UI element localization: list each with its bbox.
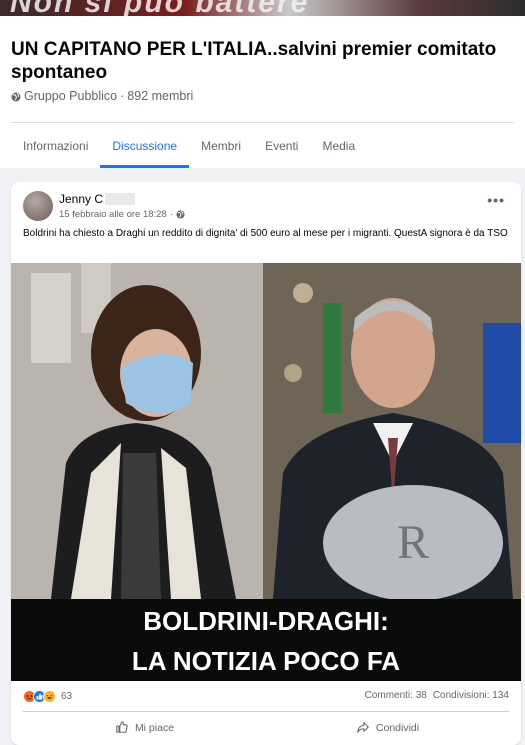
post-image[interactable]: R BOLDRINI-DRAGHI: LA NOTIZIA POCO FA xyxy=(11,263,521,681)
tab-informazioni[interactable]: Informazioni xyxy=(11,123,100,168)
time-separator: · xyxy=(169,209,173,220)
group-members-count[interactable]: 892 membri xyxy=(127,89,193,103)
post-text: Boldrini ha chiesto a Draghi un reddito … xyxy=(23,228,508,239)
post-timestamp: 15 febbraio alle ore 18:28 · xyxy=(59,209,186,220)
meta-separator: · xyxy=(120,89,125,103)
author-name-redaction xyxy=(105,193,136,205)
photo-draghi: R xyxy=(263,263,521,601)
svg-text:R: R xyxy=(397,516,429,569)
post-card: Jenny C 15 febbraio alle ore 18:28 · •••… xyxy=(11,182,521,745)
globe-icon xyxy=(11,91,21,102)
engagement-counts: Commenti: 38 Condivisioni: 134 xyxy=(365,690,509,701)
caption-line-2: LA NOTIZIA POCO FA xyxy=(131,646,401,676)
tab-media[interactable]: Media xyxy=(310,123,367,168)
group-title[interactable]: UN CAPITANO PER L'ITALIA..salvini premie… xyxy=(11,38,511,84)
more-options-button[interactable]: ••• xyxy=(487,193,505,207)
photo-boldrini xyxy=(11,263,263,599)
group-tabs: Informazioni Discussione Membri Eventi M… xyxy=(11,123,367,168)
author-name[interactable]: Jenny C xyxy=(59,192,103,206)
thumbs-up-icon xyxy=(115,720,129,737)
reaction-count: 63 xyxy=(61,691,73,702)
group-cover-photo: Non si può battere xyxy=(0,0,525,16)
post-stats: 63 Commenti: 38 Condivisioni: 134 xyxy=(11,681,521,711)
like-button[interactable]: Mi piace xyxy=(23,714,266,742)
haha-reaction-icon xyxy=(43,690,56,703)
share-button[interactable]: Condividi xyxy=(266,714,509,742)
tab-discussione[interactable]: Discussione xyxy=(100,123,189,168)
shares-count[interactable]: Condivisioni: 134 xyxy=(433,690,509,701)
caption-line-1: BOLDRINI-DRAGHI: xyxy=(143,606,389,636)
group-meta: Gruppo Pubblico · 892 membri xyxy=(11,89,193,103)
globe-icon xyxy=(176,209,186,220)
post-actions: Mi piace Condividi xyxy=(23,714,509,742)
like-label: Mi piace xyxy=(134,722,175,734)
tab-eventi[interactable]: Eventi xyxy=(253,123,310,168)
avatar[interactable] xyxy=(23,191,53,221)
reactions-summary[interactable]: 63 xyxy=(23,690,72,703)
post-author[interactable]: Jenny C xyxy=(59,192,136,206)
group-header: UN CAPITANO PER L'ITALIA..salvini premie… xyxy=(0,16,525,168)
cover-text: Non si può battere xyxy=(10,0,309,16)
group-privacy: Gruppo Pubblico xyxy=(24,89,118,103)
share-label: Condividi xyxy=(375,722,420,734)
actions-divider xyxy=(23,711,509,712)
comments-count[interactable]: Commenti: 38 xyxy=(365,690,427,701)
tab-membri[interactable]: Membri xyxy=(189,123,253,168)
image-caption: BOLDRINI-DRAGHI: LA NOTIZIA POCO FA xyxy=(11,599,521,681)
post-time-text[interactable]: 15 febbraio alle ore 18:28 xyxy=(59,209,167,220)
share-arrow-icon xyxy=(356,720,370,737)
